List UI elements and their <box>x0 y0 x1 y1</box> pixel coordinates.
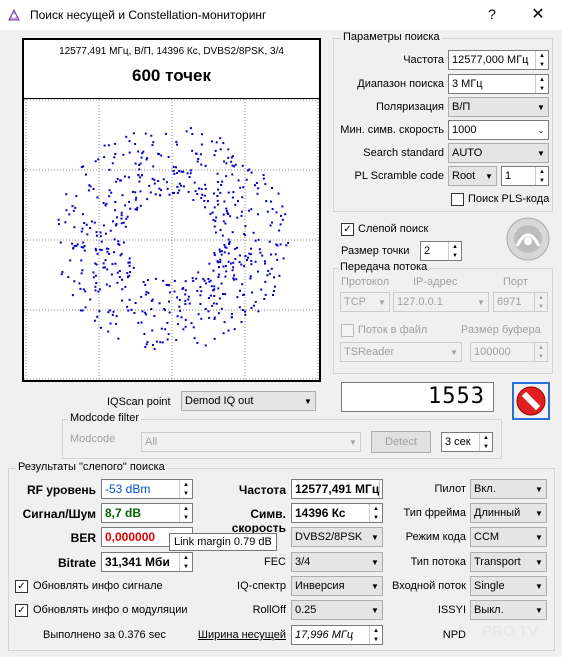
constellation-scope: 12577,491 МГц, В/П, 14396 Кс, DVBS2/8PSK… <box>22 38 321 382</box>
protv-watermark: PRO TV <box>482 623 538 640</box>
pls-search-label: Поиск PLS-кода <box>468 193 550 205</box>
blind-search-label: Слепой поиск <box>358 223 429 235</box>
iqscan-point-label: IQScan point <box>107 396 171 408</box>
packet-counter: 1553 <box>341 382 494 412</box>
search-params-title: Параметры поиска <box>341 31 442 43</box>
bitrate-label: Bitrate <box>57 556 96 570</box>
frequency-label: Частота <box>403 54 444 66</box>
search-range-input[interactable]: 3 МГц ▲ ▼ <box>448 74 549 94</box>
constellation-points <box>57 127 290 351</box>
carrier-width-label[interactable]: Ширина несущей <box>196 629 286 641</box>
frame-type-label: Тип фрейма <box>403 507 466 519</box>
rf-level-value: -53 dBm ▲ ▼ <box>101 479 193 499</box>
modcode-filter-title: Modcode filter <box>68 412 142 424</box>
buffer-size-label: Размер буфера <box>461 324 541 336</box>
pls-code-label: PL Scramble code <box>354 170 444 182</box>
protocol-label: Протокол <box>341 276 390 288</box>
min-symbol-rate-select[interactable]: 1000 ⌄ <box>448 120 549 140</box>
update-modulation-checkbox[interactable]: ✓ <box>15 604 28 617</box>
iq-spectrum-select[interactable]: Инверсия ▼ <box>291 576 383 596</box>
stream-to-file-checkbox[interactable] <box>341 324 354 337</box>
scope-grid <box>24 99 319 380</box>
pilot-label: Пилот <box>434 483 466 495</box>
scope-carrier-info: 12577,491 МГц, В/П, 14396 Кс, DVBS2/8PSK… <box>59 46 284 57</box>
npd-label: NPD <box>442 629 466 641</box>
link-margin-tooltip: Link margin 0.79 dB <box>169 533 277 551</box>
pls-search-checkbox[interactable] <box>451 193 464 206</box>
search-range-label: Диапазон поиска <box>357 78 444 90</box>
pilot-select[interactable]: Вкл. ▼ <box>470 479 547 499</box>
modulation-select[interactable]: DVBS2/8PSK ▼ <box>291 527 383 547</box>
constellation-plot <box>24 99 319 380</box>
rolloff-select[interactable]: 0.25 ▼ <box>291 600 383 620</box>
snr-value: 8,7 dB ▲ ▼ <box>101 503 193 523</box>
iq-spectrum-label: IQ-спектр <box>237 580 286 592</box>
issyi-label: ISSYI <box>437 604 466 616</box>
close-button[interactable]: ✕ <box>528 4 548 24</box>
polarization-label: Поляризация <box>376 101 444 113</box>
fec-label: FEC <box>264 556 286 568</box>
title-bar: Поиск несущей и Constellation-мониторинг… <box>0 0 562 30</box>
update-signal-label: Обновлять инфо сигнале <box>33 580 163 592</box>
issyi-select[interactable]: Выкл. ▼ <box>470 600 547 620</box>
modcode-select[interactable]: All ▼ <box>141 432 361 452</box>
ber-label: BER <box>70 531 96 545</box>
dot-size-input[interactable]: 2 ▲ ▼ <box>420 241 462 261</box>
results-title: Результаты "слепого" поиска <box>16 461 167 473</box>
search-standard-label: Search standard <box>363 147 444 159</box>
buffer-size-input[interactable]: 100000 ▲ ▼ <box>470 342 548 362</box>
blind-search-checkbox[interactable]: ✓ <box>341 223 354 236</box>
result-symbol-rate-value: 14396 Кс ▲ ▼ <box>291 503 383 523</box>
ip-address-select[interactable]: 127.0.0.1 ▼ <box>393 292 489 312</box>
stream-app-select[interactable]: TSReader ▼ <box>340 342 462 362</box>
frame-type-select[interactable]: Длинный ▼ <box>470 503 547 523</box>
detect-seconds-input[interactable]: 3 сек ▲ ▼ <box>441 432 493 452</box>
ip-address-label: IP-адрес <box>413 276 458 288</box>
stream-type-select[interactable]: Transport ▼ <box>470 552 547 572</box>
stop-button[interactable] <box>512 382 550 420</box>
pls-code-input[interactable]: 1 ▲ ▼ <box>501 166 549 186</box>
iqscan-point-select[interactable]: Demod IQ out ▼ <box>181 391 316 411</box>
bitrate-value: 31,341 Мби ▲ ▼ <box>101 552 193 572</box>
app-icon <box>8 8 20 21</box>
pls-mode-select[interactable]: Root ▼ <box>448 166 497 186</box>
satellite-logo-icon[interactable] <box>505 216 551 262</box>
code-mode-select[interactable]: CCM ▼ <box>470 527 547 547</box>
polarization-select[interactable]: В/П ▼ <box>448 97 549 117</box>
frequency-input[interactable]: 12577,000 МГц ▲ ▼ <box>448 50 549 70</box>
rolloff-label: RollOff <box>252 604 286 616</box>
stream-transfer-title: Передача потока <box>338 261 430 273</box>
result-symbol-rate-label: Симв. скорость <box>231 507 286 535</box>
snr-label: Сигнал/Шум <box>22 507 96 521</box>
carrier-width-value: 17,996 МГц ▲ ▼ <box>291 625 383 645</box>
result-frequency-label: Частота <box>238 483 286 497</box>
rf-level-label: RF уровень <box>26 483 96 497</box>
search-standard-select[interactable]: AUTO ▼ <box>448 143 549 163</box>
update-signal-checkbox[interactable]: ✓ <box>15 580 28 593</box>
code-mode-label: Режим кода <box>405 531 466 543</box>
update-modulation-label: Обновлять инфо о модуляции <box>33 604 188 616</box>
fec-select[interactable]: 3/4 ▼ <box>291 552 383 572</box>
modcode-label: Modcode <box>70 433 116 445</box>
scope-point-count: 600 точек <box>132 66 211 85</box>
stream-type-label: Тип потока <box>410 556 466 568</box>
result-frequency-value: 12577,491 МГц▲▼ <box>291 479 383 499</box>
help-button[interactable]: ? <box>484 6 500 22</box>
protocol-select[interactable]: TCP ▼ <box>340 292 390 312</box>
window-title: Поиск несущей и Constellation-мониторинг <box>30 8 267 22</box>
port-label: Порт <box>503 276 528 288</box>
stop-icon <box>516 386 546 416</box>
input-stream-select[interactable]: Single ▼ <box>470 576 547 596</box>
elapsed-time-label: Выполнено за 0.376 sec <box>43 629 166 641</box>
detect-button[interactable]: Detect <box>371 431 431 453</box>
stream-to-file-label: Поток в файл <box>358 324 428 336</box>
input-stream-label: Входной поток <box>392 580 466 592</box>
port-input[interactable]: 6971 ▲ ▼ <box>493 292 548 312</box>
dot-size-label: Размер точки <box>341 245 410 257</box>
min-symbol-rate-label: Мин. симв. скорость <box>340 124 444 136</box>
